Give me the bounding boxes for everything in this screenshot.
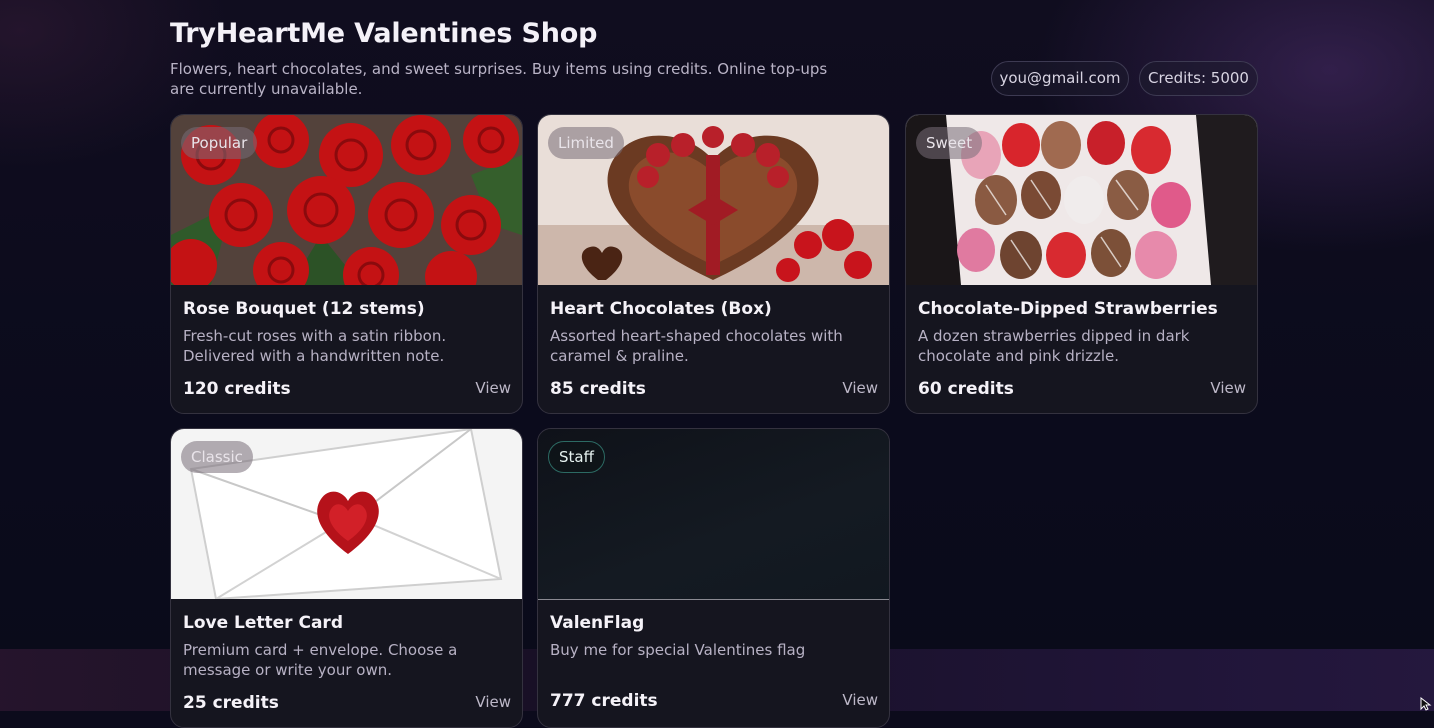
view-button[interactable]: View bbox=[842, 379, 878, 397]
product-description: A dozen strawberries dipped in dark choc… bbox=[918, 327, 1190, 365]
limited-badge: Limited bbox=[548, 127, 624, 159]
product-name: ValenFlag bbox=[550, 613, 645, 633]
view-button[interactable]: View bbox=[475, 379, 511, 397]
product-description: Buy me for special Valentines flag bbox=[550, 641, 806, 659]
love-letter-image: Classic bbox=[171, 429, 522, 599]
sweet-badge: Sweet bbox=[916, 127, 983, 159]
product-name: Love Letter Card bbox=[183, 613, 343, 633]
page-title: TryHeartMe Valentines Shop bbox=[170, 18, 598, 49]
shop-header: TryHeartMe Valentines Shop Flowers, hear… bbox=[170, 18, 1258, 108]
product-price: 777 credits bbox=[550, 691, 658, 711]
rose-bouquet-image: Popular bbox=[171, 115, 522, 285]
view-button[interactable]: View bbox=[842, 691, 878, 709]
product-description: Premium card + envelope. Choose a messag… bbox=[183, 641, 458, 679]
product-name: Rose Bouquet (12 stems) bbox=[183, 299, 425, 319]
page-subtitle: Flowers, heart chocolates, and sweet sur… bbox=[170, 60, 828, 98]
mouse-cursor-icon bbox=[1420, 697, 1432, 711]
product-name: Chocolate-Dipped Strawberries bbox=[918, 299, 1218, 319]
product-card-heart-chocolates[interactable]: Limited Heart Chocolates (Box) Assorted … bbox=[537, 114, 890, 414]
user-email-badge[interactable]: you@gmail.com bbox=[991, 61, 1129, 96]
staff-badge: Staff bbox=[548, 441, 605, 473]
classic-badge: Classic bbox=[181, 441, 253, 473]
product-description: Fresh-cut roses with a satin ribbon. Del… bbox=[183, 327, 447, 365]
popular-badge: Popular bbox=[181, 127, 258, 159]
heart-chocolates-image: Limited bbox=[538, 115, 889, 285]
strawberries-image: Sweet bbox=[906, 115, 1257, 285]
product-name: Heart Chocolates (Box) bbox=[550, 299, 772, 319]
product-card-strawberries[interactable]: Sweet Chocolate-Dipped Strawberries A do… bbox=[905, 114, 1258, 414]
product-price: 60 credits bbox=[918, 379, 1014, 399]
credits-badge[interactable]: Credits: 5000 bbox=[1139, 61, 1258, 96]
product-price: 120 credits bbox=[183, 379, 291, 399]
product-price: 85 credits bbox=[550, 379, 646, 399]
product-card-valenflag[interactable]: Staff ValenFlag Buy me for special Valen… bbox=[537, 428, 890, 728]
product-card-love-letter[interactable]: Classic Love Letter Card Premium card + … bbox=[170, 428, 523, 728]
product-price: 25 credits bbox=[183, 693, 279, 713]
view-button[interactable]: View bbox=[1210, 379, 1246, 397]
product-description: Assorted heart-shaped chocolates with ca… bbox=[550, 327, 843, 365]
valenflag-image-placeholder: Staff bbox=[538, 429, 889, 600]
view-button[interactable]: View bbox=[475, 693, 511, 711]
product-card-rose-bouquet[interactable]: Popular Rose Bouquet (12 stems) Fresh-cu… bbox=[170, 114, 523, 414]
